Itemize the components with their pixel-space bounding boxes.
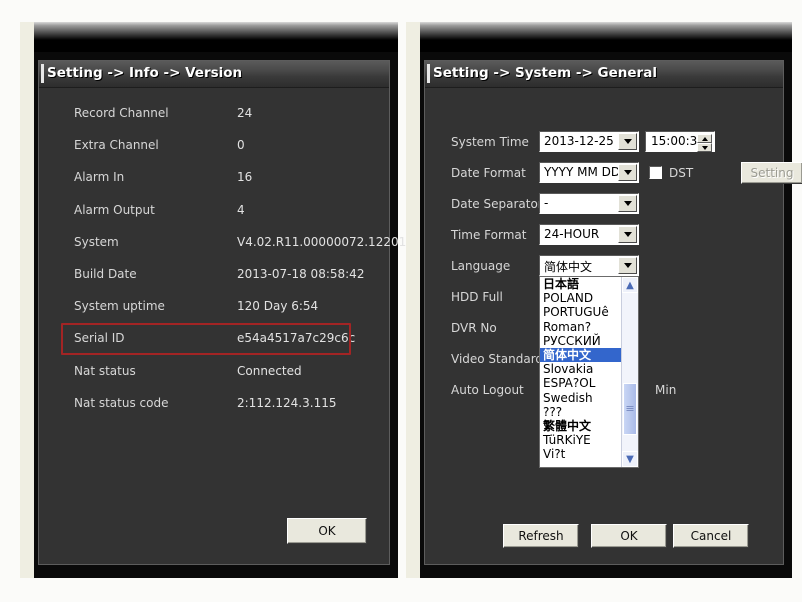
info-row-label: Nat status code xyxy=(74,395,169,410)
window-titlebar-left xyxy=(20,22,398,52)
language-option[interactable]: Swedish xyxy=(540,391,621,405)
info-row-value: 120 Day 6:54 xyxy=(237,299,319,314)
date-format-chevron-down-icon[interactable] xyxy=(618,164,637,181)
label-language: Language xyxy=(451,259,511,273)
language-combo[interactable]: 简体中文 xyxy=(539,255,639,276)
time-format-value: 24-HOUR xyxy=(544,227,600,241)
scrollbar-thumb[interactable] xyxy=(623,383,637,435)
general-settings-panel: Setting -> System -> General System Time… xyxy=(424,60,802,565)
scroll-down-arrow-icon[interactable]: ▼ xyxy=(622,451,638,467)
info-row-value: 24 xyxy=(237,106,253,120)
label-hdd-full: HDD Full xyxy=(451,290,503,304)
window-left-strip-left xyxy=(20,22,34,578)
language-option[interactable]: TüRKiYE xyxy=(540,433,621,447)
info-row-label: Extra Channel xyxy=(74,138,159,153)
info-row-value: V4.02.R11.00000072.12201 xyxy=(237,234,407,249)
info-row-value: 16 xyxy=(237,170,253,185)
info-row-value: 2:112.124.3.115 xyxy=(237,395,337,410)
info-row: System uptime 120 Day 6:54 xyxy=(39,299,389,323)
info-row-label: System uptime xyxy=(74,299,165,314)
info-row-value: 2013-07-18 08:58:42 xyxy=(237,267,365,281)
language-option[interactable]: Roman? xyxy=(540,320,621,334)
info-row-label: Record Channel xyxy=(74,106,169,120)
label-video-standard: Video Standard xyxy=(451,352,544,366)
language-value: 简体中文 xyxy=(544,260,593,274)
window-left-strip-right xyxy=(406,22,420,578)
language-option[interactable]: 繁體中文 xyxy=(540,419,621,433)
breadcrumb-version: Setting -> Info -> Version xyxy=(47,65,243,81)
language-option[interactable]: POLAND xyxy=(540,291,621,305)
system-date-combo[interactable]: 2013-12-25 xyxy=(539,131,639,152)
language-option[interactable]: ??? xyxy=(540,405,621,419)
info-row-value: 4 xyxy=(237,202,245,217)
screenshot-canvas: Setting -> Info -> Version Record Channe… xyxy=(0,0,802,602)
window-titlebar-right xyxy=(406,22,792,52)
language-options-container[interactable]: 日本語 POLAND PORTUGUê Roman? РУССКИЙ 简体中文 Slovak… xyxy=(540,277,621,467)
label-dvr-no: DVR No xyxy=(451,321,497,335)
panel-title-bar-general: Setting -> System -> General xyxy=(425,61,783,88)
language-option[interactable]: 简体中文 xyxy=(540,347,621,363)
language-option[interactable]: РУССКИЙ xyxy=(540,334,621,348)
info-row: System V4.02.R11.00000072.12201 xyxy=(39,234,406,259)
language-list-scrollbar[interactable]: ▲ ▼ xyxy=(621,277,638,467)
scroll-up-arrow-icon[interactable]: ▲ xyxy=(622,277,638,293)
time-format-combo[interactable]: 24-HOUR xyxy=(539,224,639,245)
language-chevron-down-icon[interactable] xyxy=(618,257,637,274)
label-date-separator: Date Separator xyxy=(451,197,543,211)
info-row-label: Alarm In xyxy=(74,170,125,185)
info-row: Alarm Output 4 xyxy=(39,203,389,227)
scrollbar-grip-icon xyxy=(626,406,634,411)
label-dst: DST xyxy=(669,166,694,180)
info-row-label: Build Date xyxy=(74,267,137,281)
ok-button-left[interactable]: OK xyxy=(287,518,367,544)
panel-title-bar-version: Setting -> Info -> Version xyxy=(39,61,389,88)
system-date-value: 2013-12-25 xyxy=(544,134,614,148)
info-row: Nat status Connected xyxy=(39,364,389,388)
language-dropdown-list[interactable]: 日本語 POLAND PORTUGUê Roman? РУССКИЙ 简体中文 Slovak… xyxy=(539,276,639,468)
info-row-value: 0 xyxy=(237,138,245,153)
time-stepper-down-icon[interactable] xyxy=(697,143,712,152)
info-row: Extra Channel 0 xyxy=(39,138,389,162)
language-option[interactable]: PORTUGUê xyxy=(540,305,621,319)
language-option[interactable]: ESPA?OL xyxy=(540,376,621,390)
dst-checkbox[interactable] xyxy=(649,166,662,179)
info-row-label: Nat status xyxy=(74,363,136,378)
info-row-label: Alarm Output xyxy=(74,202,155,217)
info-row-value: Connected xyxy=(237,363,302,378)
cancel-button[interactable]: Cancel xyxy=(673,524,749,548)
label-date-format: Date Format xyxy=(451,166,526,180)
serial-id-highlight-box xyxy=(61,323,351,356)
title-accent-bar-left xyxy=(41,64,44,83)
breadcrumb-general: Setting -> System -> General xyxy=(433,65,657,81)
general-settings-window: Setting -> System -> General System Time… xyxy=(406,22,802,578)
date-separator-chevron-down-icon[interactable] xyxy=(618,195,637,212)
dst-setting-button[interactable]: Setting xyxy=(741,162,802,184)
time-stepper-up-icon[interactable] xyxy=(697,134,712,143)
date-separator-combo[interactable]: - xyxy=(539,193,639,214)
title-accent-bar-right xyxy=(427,64,430,83)
time-format-chevron-down-icon[interactable] xyxy=(618,226,637,243)
system-date-chevron-down-icon[interactable] xyxy=(618,133,637,150)
refresh-button[interactable]: Refresh xyxy=(503,524,579,548)
date-format-combo[interactable]: YYYY MM DD xyxy=(539,162,639,183)
date-format-value: YYYY MM DD xyxy=(544,165,621,179)
date-separator-value: - xyxy=(544,196,549,210)
ok-button-right[interactable]: OK xyxy=(591,524,667,548)
system-time-spinner[interactable]: 15:00:37 xyxy=(645,131,715,152)
auto-logout-unit-label: Min xyxy=(655,383,677,397)
info-row: Build Date 2013-07-18 08:58:42 xyxy=(39,267,389,291)
label-system-time: System Time xyxy=(451,135,529,149)
version-info-panel: Setting -> Info -> Version Record Channe… xyxy=(38,60,406,565)
info-row-label: System xyxy=(74,234,119,249)
info-row: Nat status code 2:112.124.3.115 xyxy=(39,396,389,420)
version-info-window: Setting -> Info -> Version Record Channe… xyxy=(20,22,406,578)
label-auto-logout: Auto Logout xyxy=(451,383,524,397)
info-row: Alarm In 16 xyxy=(39,170,389,194)
language-option[interactable]: Vi?t xyxy=(540,447,621,461)
language-option[interactable]: 日本語 xyxy=(540,277,621,291)
label-time-format: Time Format xyxy=(451,228,527,242)
info-row: Record Channel 24 xyxy=(39,106,389,130)
language-option[interactable]: Slovakia xyxy=(540,362,621,376)
